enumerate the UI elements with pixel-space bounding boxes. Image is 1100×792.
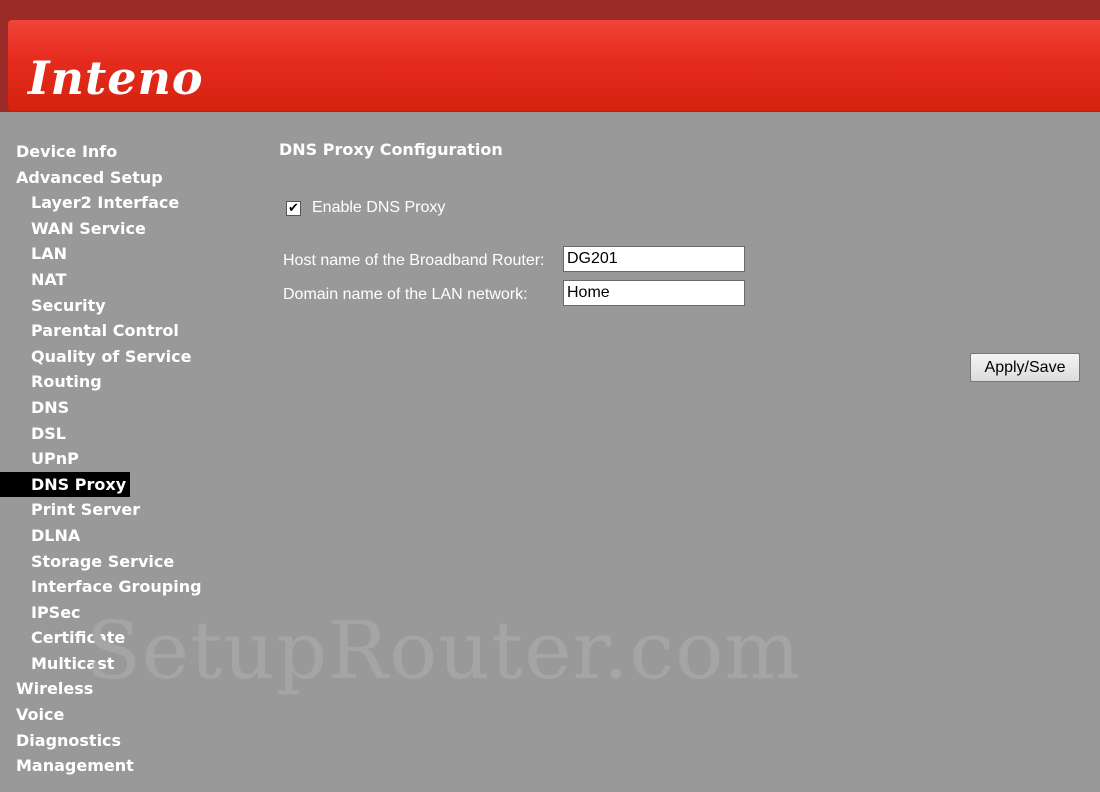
sidebar-item-wan-service[interactable]: WAN Service (0, 216, 240, 242)
sidebar-item-routing[interactable]: Routing (0, 369, 240, 395)
domain-name-label: Domain name of the LAN network: (283, 286, 528, 303)
sidebar-item-interface-grouping[interactable]: Interface Grouping (0, 574, 240, 600)
sidebar-item-management[interactable]: Management (0, 753, 240, 779)
sidebar-item-advanced-setup[interactable]: Advanced Setup (0, 165, 240, 191)
enable-dns-proxy-row: ✔ Enable DNS Proxy (286, 199, 445, 217)
sidebar-item-ipsec[interactable]: IPSec (0, 600, 240, 626)
host-name-input[interactable] (563, 246, 745, 272)
host-name-label: Host name of the Broadband Router: (283, 252, 545, 269)
sidebar-item-print-server[interactable]: Print Server (0, 497, 240, 523)
sidebar-item-lan[interactable]: LAN (0, 241, 240, 267)
sidebar-item-storage-service[interactable]: Storage Service (0, 549, 240, 575)
sidebar-item-dns-proxy[interactable]: DNS Proxy (0, 471, 130, 498)
sidebar-item-quality-of-service[interactable]: Quality of Service (0, 344, 240, 370)
sidebar-item-nat[interactable]: NAT (0, 267, 240, 293)
sidebar-item-wireless[interactable]: Wireless (0, 676, 240, 702)
apply-save-button[interactable]: Apply/Save (970, 353, 1080, 382)
sidebar-item-voice[interactable]: Voice (0, 702, 240, 728)
sidebar-nav: Device Info Advanced Setup Layer2 Interfac… (0, 139, 240, 779)
checkmark-icon: ✔ (288, 200, 299, 216)
main-content: DNS Proxy Configuration (279, 138, 503, 162)
page-title: DNS Proxy Configuration (279, 140, 503, 159)
sidebar-item-parental-control[interactable]: Parental Control (0, 318, 240, 344)
domain-name-input[interactable] (563, 280, 745, 306)
sidebar-item-dsl[interactable]: DSL (0, 421, 240, 447)
sidebar-item-security[interactable]: Security (0, 293, 240, 319)
sidebar-item-diagnostics[interactable]: Diagnostics (0, 728, 240, 754)
sidebar-item-upnp[interactable]: UPnP (0, 446, 240, 472)
sidebar-item-dns[interactable]: DNS (0, 395, 240, 421)
inteno-logo: Inteno (28, 51, 204, 105)
header-banner: Inteno (8, 20, 1100, 111)
enable-dns-proxy-checkbox[interactable]: ✔ (286, 200, 301, 216)
sidebar-item-certificate[interactable]: Certificate (0, 625, 240, 651)
sidebar-item-multicast[interactable]: Multicast (0, 651, 240, 677)
sidebar-item-device-info[interactable]: Device Info (0, 139, 240, 165)
sidebar-item-dlna[interactable]: DLNA (0, 523, 240, 549)
sidebar-item-layer2-interface[interactable]: Layer2 Interface (0, 190, 240, 216)
enable-dns-proxy-label: Enable DNS Proxy (312, 199, 446, 216)
